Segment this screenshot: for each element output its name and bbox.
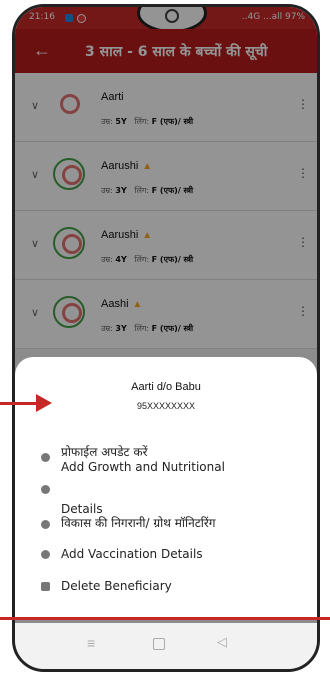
annotation-arrow-icon [36,394,52,412]
home-icon[interactable] [153,638,165,650]
delete-beneficiary-label: Delete Beneficiary [61,579,172,593]
system-nav-bar: ≡ ◁ [15,623,317,669]
bottom-sheet: Aarti d/o Babu 95XXXXXXXX प्रोफाईल अपडेट… [15,357,317,619]
annotation-line [0,617,330,620]
update-profile-option[interactable]: प्रोफाईल अपडेट करें Add Growth and Nutri… [15,445,317,485]
trash-icon [41,582,50,591]
info-icon [41,485,50,494]
person-icon [41,453,50,462]
add-growth-label: Add Growth and Nutritional [61,460,225,474]
update-profile-label: प्रोफाईल अपडेट करें [61,445,148,459]
sheet-title: Aarti d/o Babu [131,381,201,393]
growth-icon [41,520,50,529]
back-nav-icon[interactable]: ◁ [217,634,227,650]
annotation-line [0,402,36,405]
recent-apps-icon[interactable]: ≡ [87,635,95,651]
growth-monitoring-option[interactable]: Details विकास की निगरानी/ ग्रोथ मॉनिटरिं… [15,502,317,538]
syringe-icon [41,550,50,559]
details-label: Details [61,502,103,516]
delete-beneficiary-option[interactable]: Delete Beneficiary [15,579,317,599]
sheet-phone: 95XXXXXXXX [136,401,196,411]
info-option[interactable] [15,485,317,494]
growth-monitoring-label: विकास की निगरानी/ ग्रोथ मॉनिटरिंग [61,516,216,530]
add-vaccination-option[interactable]: Add Vaccination Details [15,547,317,567]
add-vaccination-label: Add Vaccination Details [61,547,203,561]
phone-frame: 21:16 ..4G ...all 97% ← 3 साल - 6 साल के… [12,4,320,672]
